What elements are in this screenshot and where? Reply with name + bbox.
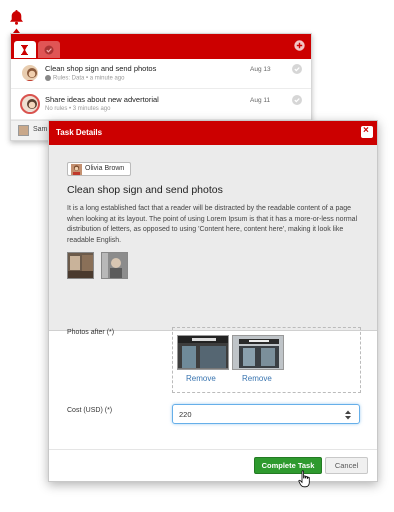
add-icon[interactable]: [294, 40, 305, 51]
remove-photo-link[interactable]: Remove: [186, 374, 216, 383]
notification-item[interactable]: Clean shop sign and send photos Rules: D…: [11, 59, 311, 89]
notification-subtitle: Rules: Data • a minute ago: [45, 75, 124, 82]
user-avatar: [20, 63, 40, 83]
uploaded-photo[interactable]: [232, 335, 284, 370]
hand-cursor-icon: [298, 470, 312, 488]
reference-photo[interactable]: [101, 252, 128, 279]
notification-item[interactable]: Share ideas about new advertorial No rul…: [11, 90, 311, 120]
close-icon: ×: [363, 125, 369, 136]
notification-title: Share ideas about new advertorial: [45, 95, 159, 104]
cancel-button[interactable]: Cancel: [325, 457, 368, 474]
user-avatar: [71, 164, 82, 175]
cost-value: 220: [179, 410, 192, 419]
reference-photo[interactable]: [67, 252, 94, 279]
notification-date: Aug 13: [250, 66, 271, 73]
assignee-name: Olivia Brown: [85, 165, 125, 172]
cost-label-text: Cost (USD): [67, 407, 103, 414]
task-title: Clean shop sign and send photos: [67, 184, 223, 196]
user-avatar: [20, 94, 40, 114]
cost-label: Cost (USD) (*): [67, 407, 112, 414]
modal-header: Task Details ×: [49, 121, 377, 145]
task-description: It is a long established fact that a rea…: [67, 205, 358, 244]
modal-footer: Complete Task Cancel: [49, 449, 377, 481]
close-button[interactable]: ×: [361, 125, 373, 138]
user-avatar: [18, 125, 29, 136]
remove-photo-link[interactable]: Remove: [242, 374, 272, 383]
footer-user-name: Sam: [33, 126, 48, 133]
photos-after-label-text: Photos after: [67, 329, 105, 336]
uploaded-photo[interactable]: [177, 335, 229, 370]
hourglass-icon: [21, 45, 28, 55]
check-icon[interactable]: [292, 64, 302, 74]
modal-title: Task Details: [56, 128, 103, 137]
photos-after-label: Photos after (*): [67, 329, 114, 336]
notification-subtitle: No rules • 3 minutes ago: [45, 106, 111, 112]
notifications-header: [11, 34, 311, 59]
tab-completed[interactable]: [38, 41, 60, 58]
info-icon: [45, 75, 51, 81]
assignee-badge: Olivia Brown: [67, 162, 132, 176]
cost-input[interactable]: 220: [172, 404, 360, 424]
task-info-panel: Olivia Brown Clean shop sign and send ph…: [49, 145, 377, 331]
notification-subtitle-text: Rules: Data • a minute ago: [53, 75, 125, 82]
check-icon[interactable]: [292, 95, 302, 105]
notification-date: Aug 11: [250, 97, 271, 104]
bell-icon[interactable]: [9, 9, 24, 33]
task-details-modal: Task Details × Olivia Brown Clean shop s…: [48, 120, 378, 482]
tab-pending[interactable]: [14, 41, 36, 58]
required-marker: (*): [104, 407, 113, 414]
notification-title: Clean shop sign and send photos: [45, 64, 157, 73]
required-marker: (*): [106, 329, 115, 336]
check-icon: [44, 45, 54, 55]
spinner-icon[interactable]: [344, 410, 352, 420]
photo-upload-area[interactable]: Remove Remove: [172, 327, 361, 393]
